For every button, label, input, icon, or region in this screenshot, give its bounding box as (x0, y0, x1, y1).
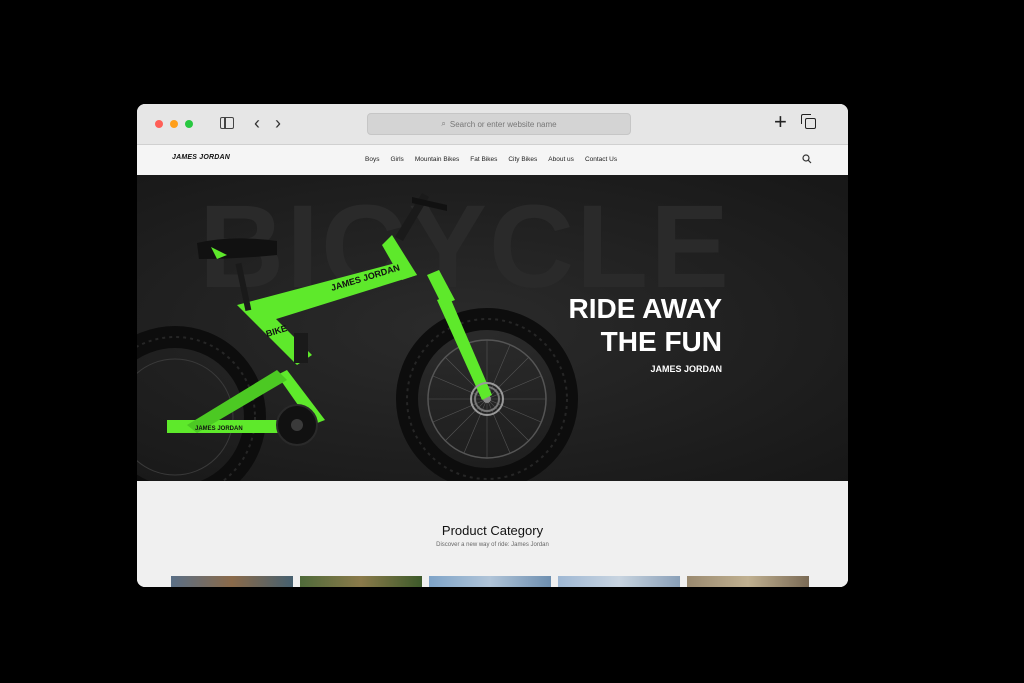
bike-frame (167, 193, 504, 446)
new-tab-button[interactable]: + (774, 111, 787, 133)
back-arrow-icon[interactable]: ‹ (254, 114, 260, 132)
category-title: Product Category (441, 523, 544, 538)
address-bar-placeholder: Search or enter website name (449, 119, 557, 129)
browser-window: ‹ › ⌕ Search or enter website name + JAM… (137, 104, 848, 587)
search-icon: ⌕ (441, 119, 446, 128)
menu-item-girls[interactable]: Girls (390, 156, 403, 163)
hero-banner: BICYCLE JAMES JORDAN BIKE JAMES JORDAN R… (137, 175, 848, 481)
category-subtitle: Discover a new way of ride: James Jordan (436, 542, 549, 548)
menu-item-about-us[interactable]: About us (548, 156, 574, 163)
category-thumbnails (171, 576, 809, 587)
hero-title-line1: RIDE AWAY (568, 293, 722, 324)
site-logo[interactable]: JAMES JORDAN (172, 154, 230, 161)
category-card[interactable] (687, 576, 809, 587)
front-wheel (396, 308, 578, 481)
forward-arrow-icon[interactable]: › (275, 114, 281, 132)
product-category-section: Product Category Discover a new way of r… (137, 481, 848, 587)
address-bar[interactable]: ⌕ Search or enter website name (367, 113, 631, 135)
menu-item-fat-bikes[interactable]: Fat Bikes (470, 156, 497, 163)
hero-title-line2: THE FUN (600, 326, 722, 357)
sidebar-toggle-icon[interactable] (220, 117, 234, 129)
tab-overview-icon[interactable] (801, 114, 816, 129)
search-icon[interactable] (802, 154, 812, 164)
close-window-button[interactable] (155, 120, 163, 128)
bicycle-image: JAMES JORDAN BIKE JAMES JORDAN (137, 193, 578, 481)
menu-item-contact-us[interactable]: Contact Us (585, 156, 617, 163)
main-menu: Boys Girls Mountain Bikes Fat Bikes City… (365, 156, 617, 163)
browser-toolbar: ‹ › ⌕ Search or enter website name + (137, 104, 848, 145)
site-navbar: JAMES JORDAN Boys Girls Mountain Bikes F… (137, 145, 848, 175)
maximize-window-button[interactable] (185, 120, 193, 128)
menu-item-boys[interactable]: Boys (365, 156, 379, 163)
menu-item-city-bikes[interactable]: City Bikes (508, 156, 537, 163)
category-card[interactable] (300, 576, 422, 587)
hero-subtitle: JAMES JORDAN (650, 364, 722, 374)
category-card[interactable] (171, 576, 293, 587)
minimize-window-button[interactable] (170, 120, 178, 128)
category-card[interactable] (429, 576, 551, 587)
category-card[interactable] (558, 576, 680, 587)
menu-item-mountain-bikes[interactable]: Mountain Bikes (415, 156, 459, 163)
hero-title: RIDE AWAY THE FUN (568, 292, 722, 358)
bike-chainstay-text: JAMES JORDAN (195, 426, 243, 432)
